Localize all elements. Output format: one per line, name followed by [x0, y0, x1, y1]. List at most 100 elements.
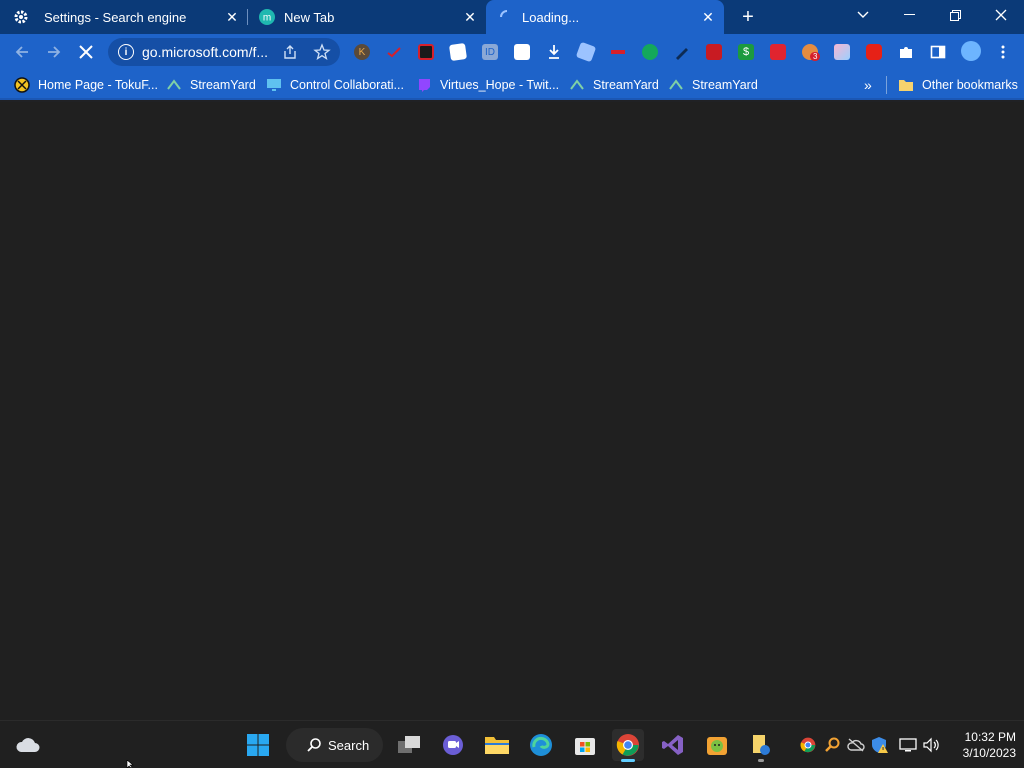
extension-id-icon[interactable]: ID [482, 44, 498, 60]
streamyard-icon [166, 77, 182, 93]
arrow-left-icon [15, 46, 28, 58]
file-explorer-button[interactable] [481, 729, 513, 761]
close-window-button[interactable] [978, 0, 1024, 30]
extension-red-dash-icon[interactable] [610, 44, 626, 60]
toku-logo-icon [14, 77, 30, 93]
close-icon [79, 45, 93, 59]
notes-icon [753, 735, 770, 755]
chrome-button[interactable] [612, 729, 644, 762]
folder-icon [485, 737, 509, 754]
other-bookmarks-label: Other bookmarks [922, 78, 1018, 92]
visual-studio-icon [662, 735, 683, 755]
extension-red-check-icon[interactable] [386, 44, 402, 60]
store-button[interactable] [569, 729, 601, 761]
tab-title: Loading... [522, 9, 580, 25]
more-bookmarks-button[interactable]: » [864, 76, 872, 94]
tray-chrome-icon[interactable] [798, 735, 818, 755]
extension-red-record-icon[interactable] [706, 44, 722, 60]
bookmark-item[interactable]: StreamYard [569, 76, 659, 94]
stop-loading-button[interactable] [74, 40, 98, 64]
bookmark-item[interactable]: StreamYard [668, 76, 758, 94]
extension-dollar-icon[interactable]: $ [738, 44, 754, 60]
volume-icon[interactable] [922, 735, 942, 755]
onedrive-offline-icon[interactable] [846, 735, 866, 755]
streamyard-icon [668, 77, 684, 93]
teams-chat-button[interactable] [437, 729, 469, 761]
clock-date: 3/10/2023 [962, 746, 1016, 760]
bookmark-item[interactable]: Control Collaborati... [266, 76, 404, 94]
profile-avatar[interactable] [961, 41, 981, 61]
forward-button[interactable] [42, 40, 66, 64]
bookmark-label: StreamYard [190, 78, 256, 92]
menu-dots-icon[interactable] [995, 44, 1011, 60]
browser-window: Settings - Search engine ✕ m New Tab ✕ L… [0, 0, 1024, 768]
address-bar[interactable]: i go.microsoft.com/f... [108, 38, 340, 66]
bookmarks-bar: Home Page - TokuF... StreamYard Control … [0, 70, 1024, 100]
windows-logo-icon [247, 734, 269, 756]
restore-button[interactable] [932, 0, 978, 30]
active-indicator [621, 759, 635, 762]
browser-toolbar: i go.microsoft.com/f... K ID $ 3 [0, 34, 1024, 70]
taskbar-search[interactable]: Search [286, 728, 383, 762]
taskbar: Search 10:32 PM 3/10/2023 [0, 720, 1024, 768]
m-logo-icon: m [258, 8, 276, 26]
star-icon[interactable] [313, 43, 331, 61]
back-button[interactable] [10, 40, 34, 64]
bookmark-item[interactable]: Virtues_Hope - Twit... [416, 76, 559, 94]
other-bookmarks-folder[interactable]: Other bookmarks [898, 76, 1018, 94]
side-panel-icon[interactable] [930, 44, 946, 60]
network-icon[interactable] [898, 735, 918, 755]
arrow-right-icon [48, 46, 61, 58]
close-tab-icon[interactable]: ✕ [700, 9, 716, 25]
restore-icon [949, 9, 961, 21]
minimize-button[interactable] [886, 0, 932, 30]
store-icon [575, 738, 595, 755]
extension-youtube-icon[interactable] [866, 44, 882, 60]
tab-settings[interactable]: Settings - Search engine ✕ [0, 0, 246, 34]
extension-white-note-icon[interactable] [448, 42, 468, 62]
tab-new-tab[interactable]: m New Tab ✕ [248, 0, 486, 34]
close-tab-icon[interactable]: ✕ [462, 9, 478, 25]
new-tab-button[interactable]: + [736, 5, 760, 29]
info-icon[interactable]: i [118, 44, 134, 60]
notes-app-button[interactable] [745, 729, 777, 762]
bookmark-item[interactable]: StreamYard [166, 76, 256, 94]
security-warning-icon[interactable] [870, 735, 890, 755]
extension-green-circle-icon[interactable] [642, 44, 658, 60]
extension-colorful-icon[interactable] [834, 44, 850, 60]
minimize-icon [903, 14, 915, 15]
close-tab-icon[interactable]: ✕ [224, 9, 240, 25]
extension-red-chat-icon[interactable] [770, 44, 786, 60]
bookmark-label: Virtues_Hope - Twit... [440, 78, 560, 92]
extension-blue-diamond-icon[interactable] [575, 41, 597, 63]
bookmark-item[interactable]: Home Page - TokuF... [14, 76, 158, 94]
search-label: Search [328, 737, 370, 753]
start-button[interactable] [242, 729, 274, 761]
visual-studio-button[interactable] [657, 729, 689, 761]
extension-download-icon[interactable] [546, 44, 562, 60]
extension-badge-icon[interactable]: 3 [802, 44, 821, 61]
extension-k-icon[interactable]: K [354, 44, 370, 60]
extension-grid-icon[interactable] [514, 44, 530, 60]
extension-pen-icon[interactable] [674, 44, 690, 60]
share-icon[interactable] [282, 44, 298, 60]
edge-button[interactable] [525, 729, 557, 761]
clock[interactable]: 10:32 PM 3/10/2023 [946, 729, 1016, 761]
address-url[interactable]: go.microsoft.com/f... [142, 44, 268, 60]
cloud-icon [16, 738, 40, 752]
game-app-button[interactable] [701, 729, 733, 761]
tab-search-button[interactable] [840, 0, 886, 30]
tray-search-app-icon[interactable] [822, 735, 842, 755]
close-icon [995, 9, 1007, 21]
tab-loading[interactable]: Loading... ✕ [486, 0, 724, 34]
task-view-button[interactable] [393, 729, 425, 761]
weather-widget-button[interactable] [12, 729, 44, 761]
chat-icon [443, 735, 463, 755]
monitor-icon [266, 77, 282, 93]
tab-title: Settings - Search engine [44, 9, 187, 25]
puzzle-icon[interactable] [898, 44, 914, 60]
chrome-icon [616, 734, 639, 756]
game-icon [707, 737, 727, 755]
tab-strip: Settings - Search engine ✕ m New Tab ✕ L… [0, 0, 1024, 34]
extension-red-square-icon[interactable] [418, 44, 434, 60]
